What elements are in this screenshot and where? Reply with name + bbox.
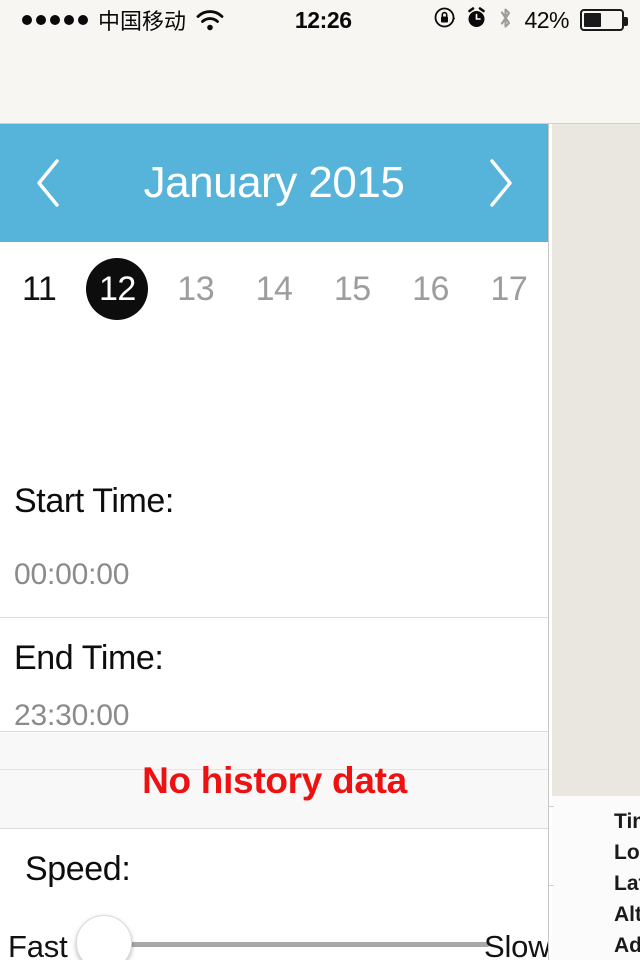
day-strip: 11 12 13 14 15 16 17 (0, 242, 548, 336)
day-number[interactable]: 13 (165, 258, 227, 320)
day-number-selected[interactable]: 12 (86, 258, 149, 320)
no-history-data-message: No history data (142, 760, 407, 801)
detail-row-time: Tim (614, 810, 640, 833)
no-data-band: No history data (0, 733, 548, 829)
detail-row-address: Ad (614, 934, 640, 957)
day-number[interactable]: 11 (8, 258, 70, 320)
detail-field-list: Tim Lon Lat Alt Ad (552, 796, 640, 960)
battery-fill (584, 13, 601, 27)
day-cell[interactable]: 15 (313, 242, 391, 336)
status-bar: 中国移动 12:26 42% (0, 0, 640, 40)
speed-slider[interactable]: Fast Slow (0, 915, 549, 960)
next-month-button[interactable] (478, 153, 522, 213)
bluetooth-icon (498, 6, 513, 35)
speed-label: Speed: (25, 850, 131, 888)
end-time-row[interactable]: End Time: 23:30:00 (0, 619, 548, 732)
status-bar-time: 12:26 (294, 6, 352, 33)
day-cell[interactable]: 16 (391, 242, 469, 336)
carrier-name: 中国移动 (98, 10, 187, 35)
calendar-month-label: January 2015 (143, 158, 405, 207)
day-cell[interactable]: 11 (0, 242, 78, 336)
day-cell[interactable]: 14 (235, 242, 313, 336)
day-cell[interactable]: 17 (470, 242, 548, 336)
calendar-header: January 2015 (0, 124, 548, 242)
day-number[interactable]: 14 (243, 258, 305, 320)
signal-dot (64, 15, 74, 25)
prev-month-button[interactable] (26, 153, 70, 213)
day-number[interactable]: 17 (478, 258, 540, 320)
signal-dot (78, 15, 88, 25)
end-time-label: End Time: (14, 639, 164, 677)
navigation-bar (0, 40, 640, 124)
right-side-panel (552, 124, 640, 796)
battery-percent-label: 42% (524, 6, 569, 33)
slider-fast-label: Fast (8, 929, 68, 960)
day-number[interactable]: 15 (321, 258, 383, 320)
start-time-value[interactable]: 00:00:00 (14, 560, 129, 590)
signal-dot (50, 15, 60, 25)
signal-dot (36, 15, 46, 25)
day-cell[interactable]: 12 (78, 242, 156, 336)
app-screen: Tim Lon Lat Alt Ad January 2015 11 (0, 0, 640, 960)
nav-bottom-border (0, 123, 640, 124)
slider-track[interactable] (100, 942, 490, 947)
signal-strength-dots (22, 15, 88, 25)
slider-thumb[interactable] (76, 915, 132, 960)
row-divider (0, 828, 548, 829)
detail-row-longitude: Lon (614, 841, 640, 864)
end-time-value[interactable]: 23:30:00 (14, 701, 129, 731)
signal-dot (22, 15, 32, 25)
speed-row: Speed: Fast Slow (0, 830, 549, 960)
status-bar-right: 42% (434, 6, 640, 35)
row-divider (0, 617, 548, 618)
slider-slow-label: Slow (484, 929, 549, 960)
history-panel: January 2015 11 12 13 14 15 16 17 Start … (0, 124, 549, 960)
detail-row-altitude: Alt (614, 903, 640, 926)
start-time-label: Start Time: (14, 482, 174, 520)
battery-icon (580, 9, 628, 31)
row-divider (0, 731, 548, 732)
rotation-lock-icon (434, 7, 456, 33)
day-cell[interactable]: 13 (157, 242, 235, 336)
detail-row-latitude: Lat (614, 872, 640, 895)
alarm-clock-icon (466, 6, 487, 34)
day-number[interactable]: 16 (400, 258, 462, 320)
start-time-row[interactable]: Start Time: 00:00:00 (0, 460, 548, 618)
